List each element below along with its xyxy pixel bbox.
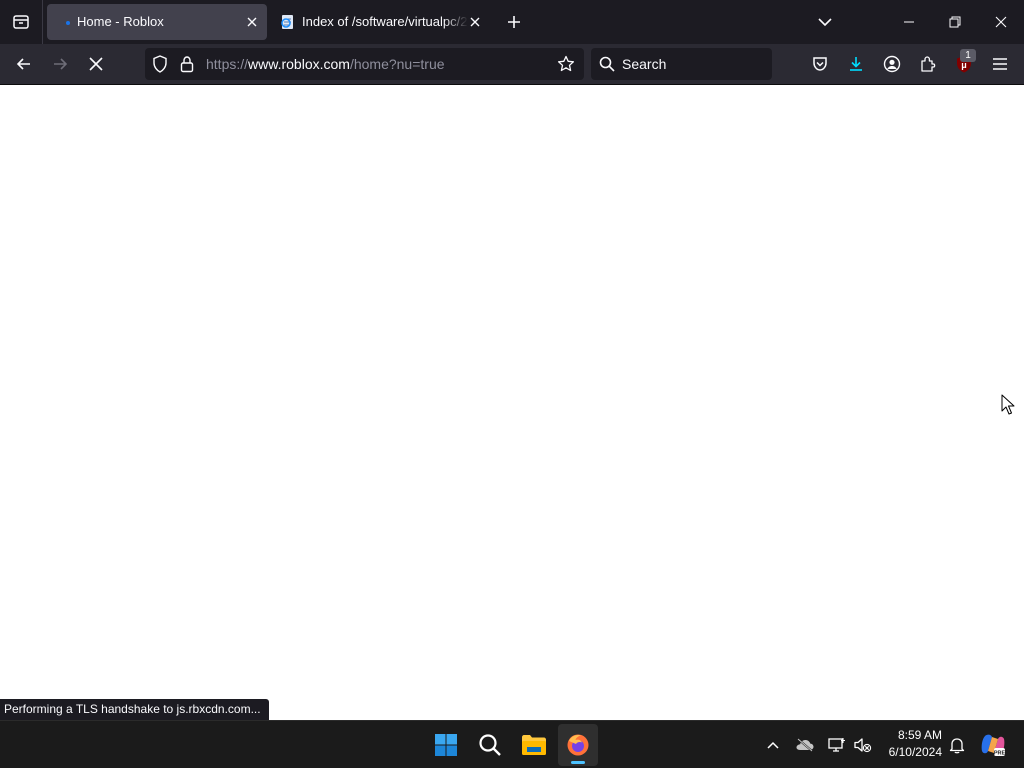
restore-button[interactable] <box>932 0 978 44</box>
tab-index-virtualpc[interactable]: Index of /software/virtualpc/2007 <box>272 4 490 40</box>
chevron-down-icon <box>818 18 832 27</box>
close-icon <box>995 16 1007 28</box>
firefox-view-button[interactable] <box>0 0 42 44</box>
close-icon <box>470 17 480 27</box>
copilot-button[interactable]: PRE <box>980 733 1006 757</box>
url-path: /home?nu=true <box>349 56 445 72</box>
hamburger-icon <box>993 58 1007 70</box>
restore-icon <box>949 16 961 28</box>
close-icon <box>247 17 257 27</box>
tabstrip-divider <box>42 0 43 44</box>
tab-title: Index of /software/virtualpc/2007 <box>302 14 468 29</box>
url-protocol: https:// <box>206 56 249 72</box>
clock-time: 8:59 AM <box>897 728 942 742</box>
mouse-cursor-icon <box>1001 394 1015 416</box>
forward-button[interactable] <box>46 50 74 78</box>
navigation-toolbar: https://www.roblox.com/home?nu=true Sear… <box>0 44 1024 85</box>
firefox-logo-icon <box>567 734 589 756</box>
url-text[interactable]: https://www.roblox.com/home?nu=true <box>206 56 445 72</box>
tab-title: Home - Roblox <box>77 14 164 29</box>
notifications-button[interactable] <box>946 733 968 757</box>
pocket-button[interactable] <box>806 50 834 78</box>
address-bar[interactable]: https://www.roblox.com/home?nu=true <box>145 48 584 80</box>
taskbar-clock[interactable]: 8:59 AM 6/10/2024 <box>880 727 942 761</box>
download-icon <box>850 57 862 71</box>
onedrive-button[interactable] <box>794 733 816 757</box>
page-content <box>0 85 1024 720</box>
extensions-button[interactable] <box>914 50 942 78</box>
active-app-indicator <box>571 761 585 764</box>
account-button[interactable] <box>878 50 906 78</box>
firefox-taskbar-button[interactable] <box>558 724 598 766</box>
close-window-button[interactable] <box>978 0 1024 44</box>
svg-text:PRE: PRE <box>994 751 1006 757</box>
blocked-count-badge: 1 <box>960 49 976 62</box>
new-tab-button[interactable] <box>502 10 526 34</box>
bookmark-star-icon[interactable] <box>557 55 575 73</box>
clock-date: 6/10/2024 <box>888 745 942 759</box>
windows-logo-icon <box>435 734 457 756</box>
volume-button[interactable] <box>852 733 874 757</box>
search-input[interactable]: Search <box>591 48 772 80</box>
tab-strip: Home - Roblox Index of /software/virtual… <box>0 0 1024 44</box>
stop-loading-button[interactable] <box>82 50 110 78</box>
lock-icon[interactable] <box>180 55 194 73</box>
search-icon <box>599 56 615 72</box>
network-button[interactable] <box>826 733 848 757</box>
shield-icon[interactable] <box>152 55 168 73</box>
search-placeholder: Search <box>622 56 667 72</box>
show-hidden-icons-button[interactable] <box>762 733 784 757</box>
tab-home-roblox[interactable]: Home - Roblox <box>47 4 267 40</box>
arrow-left-icon <box>16 58 30 70</box>
taskbar: 8:59 AM 6/10/2024 PRE <box>0 720 1024 768</box>
firefox-view-icon <box>12 13 30 31</box>
arrow-right-icon <box>54 58 68 70</box>
folder-icon <box>522 735 546 755</box>
minimize-button[interactable] <box>886 0 932 44</box>
status-panel: Performing a TLS handshake to js.rbxcdn.… <box>0 699 269 720</box>
minimize-icon <box>904 21 914 23</box>
file-explorer-button[interactable] <box>514 724 554 766</box>
speaker-muted-icon <box>854 738 872 753</box>
start-button[interactable] <box>426 724 466 766</box>
cloud-off-icon <box>796 738 814 752</box>
plus-icon <box>508 16 520 28</box>
account-icon <box>883 55 901 73</box>
chevron-up-icon <box>767 741 779 749</box>
puzzle-icon <box>921 56 936 72</box>
search-icon <box>479 734 501 756</box>
tab-close-button[interactable] <box>243 13 261 31</box>
ie-document-icon <box>280 14 296 30</box>
taskbar-search-button[interactable] <box>470 724 510 766</box>
back-button[interactable] <box>10 50 38 78</box>
app-menu-button[interactable] <box>986 50 1014 78</box>
tab-close-button[interactable] <box>466 13 484 31</box>
pocket-icon <box>813 57 827 71</box>
list-all-tabs-button[interactable] <box>813 10 837 34</box>
display-network-icon <box>828 738 845 752</box>
loading-indicator-icon <box>66 21 70 25</box>
copilot-icon: PRE <box>981 734 1006 757</box>
url-host: www.roblox.com <box>248 56 350 72</box>
stop-icon <box>89 57 103 71</box>
bell-icon <box>949 738 965 754</box>
downloads-button[interactable] <box>842 50 870 78</box>
